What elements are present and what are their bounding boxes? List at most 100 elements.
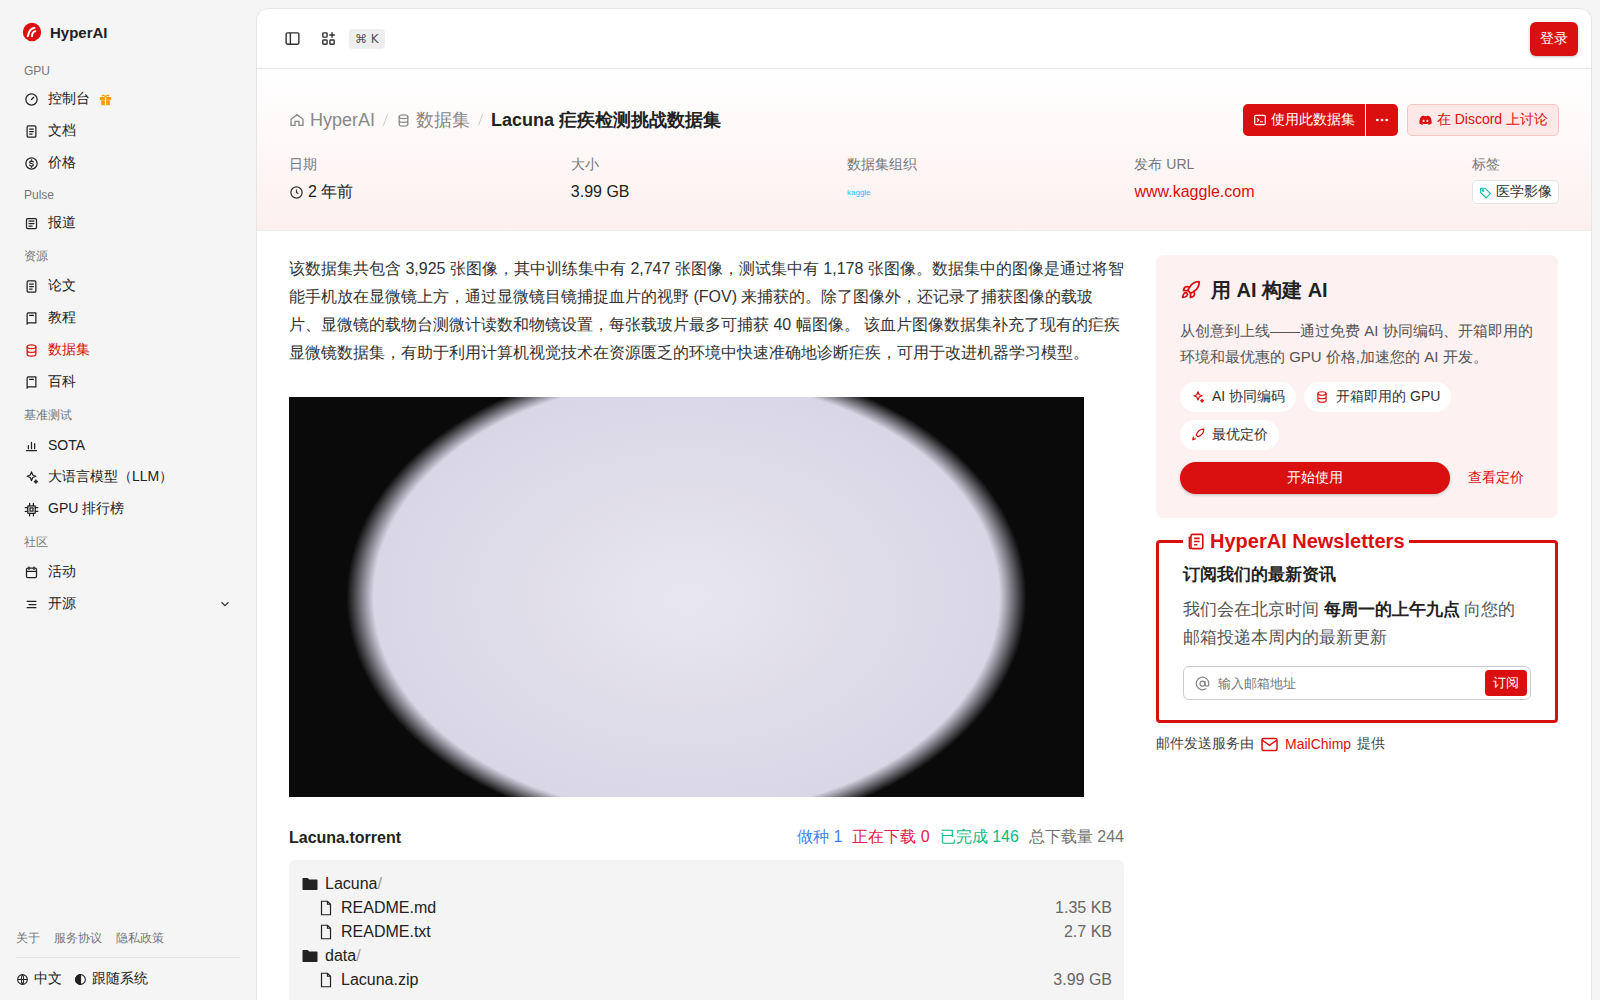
dollar-icon	[24, 156, 39, 171]
brand[interactable]: HyperAI	[16, 17, 240, 47]
pricing-link[interactable]: 查看定价	[1468, 469, 1524, 487]
sidebar-item-label: GPU 排行榜	[48, 500, 124, 518]
file-name: README.txt	[341, 923, 431, 941]
start-button[interactable]: 开始使用	[1180, 462, 1450, 494]
sidebar-footer: 关于服务协议隐私政策 中文 跟随系统	[16, 930, 240, 1000]
torrent-stat: 做种 1	[797, 827, 842, 848]
torrent-stat: 总下载量 244	[1029, 827, 1124, 848]
sidebar-item[interactable]: 价格	[16, 147, 240, 179]
sidebar-item[interactable]: 百科	[16, 366, 240, 398]
email-input[interactable]	[1216, 675, 1485, 692]
torrent-name[interactable]: Lacuna.torrent	[289, 829, 401, 847]
sidebar-item[interactable]: GPU 排行榜	[16, 493, 240, 525]
meta-item: 发布 URL www.kaggle.com	[1134, 156, 1254, 204]
meta-label: 发布 URL	[1134, 156, 1254, 174]
mail-credit: 邮件发送服务由 MailChimp 提供	[1156, 735, 1558, 753]
at-icon	[1187, 676, 1216, 691]
meta-item: 数据集组织 kaggle	[847, 156, 917, 204]
rocket-icon	[1191, 428, 1205, 442]
kaggle-logo[interactable]: kaggle	[847, 188, 871, 197]
search-shortcut[interactable]: ⌘ K	[349, 29, 385, 49]
file-row[interactable]: README.md 1.35 KB	[301, 896, 1112, 920]
content: 该数据集共包含 3,925 张图像，其中训练集中有 2,747 张图像，测试集中…	[257, 231, 1591, 1000]
sidebar-item[interactable]: 大语言模型（LLM）	[16, 461, 240, 493]
section-label: 社区	[16, 525, 240, 556]
subscribe-button[interactable]: 订阅	[1485, 670, 1527, 696]
sparkle-icon	[1191, 390, 1205, 404]
tag-chip[interactable]: 医学影像	[1472, 180, 1559, 204]
sample-photo	[289, 397, 1084, 797]
sidebar-item-label: 教程	[48, 309, 76, 327]
sidebar-item[interactable]: 数据集	[16, 334, 240, 366]
path-suffix: /	[356, 947, 360, 965]
sidebar-item-label: 论文	[48, 277, 76, 295]
footer-link[interactable]: 服务协议	[54, 930, 102, 947]
chip-icon	[24, 502, 39, 517]
language-switch[interactable]: 中文	[16, 970, 62, 988]
database-icon	[396, 113, 411, 128]
theme-switch[interactable]: 跟随系统	[74, 970, 148, 988]
use-dataset-button[interactable]: 使用此数据集	[1243, 104, 1365, 136]
meta-label: 数据集组织	[847, 156, 917, 174]
meta-label: 日期	[289, 156, 353, 174]
brand-name: HyperAI	[50, 24, 108, 41]
meta-value: www.kaggle.com	[1134, 180, 1254, 204]
sidebar-item[interactable]: 开源	[16, 588, 240, 620]
promo-title: 用 AI 构建 AI	[1180, 277, 1534, 304]
feature-chip: 最优定价	[1180, 420, 1279, 450]
more-button[interactable]	[1366, 104, 1398, 136]
sidebar-item[interactable]: 控制台	[16, 83, 240, 115]
file-row[interactable]: README.txt 2.7 KB	[301, 920, 1112, 944]
right-rail: 用 AI 构建 AI 从创意到上线——通过免费 AI 协同编码、开箱即用的环境和…	[1156, 255, 1558, 1000]
sidebar-item[interactable]: 文档	[16, 115, 240, 147]
home-icon	[289, 112, 305, 128]
sidebar-toggle[interactable]	[277, 24, 307, 54]
calendar-icon	[24, 565, 39, 580]
breadcrumb: HyperAI 数据集 Lacuna 疟疾检测挑战数据集	[289, 108, 721, 132]
folder-icon	[301, 947, 319, 965]
breadcrumb-item[interactable]: HyperAI	[289, 110, 375, 131]
meta-label: 大小	[571, 156, 630, 174]
sidebar-item-label: 开源	[48, 595, 76, 613]
breadcrumb-separator	[478, 114, 483, 126]
breadcrumb-item[interactable]: 数据集	[396, 108, 470, 132]
sidebar-item[interactable]: 教程	[16, 302, 240, 334]
apps-button[interactable]	[313, 24, 343, 54]
torrent-stat: 已完成 146	[940, 827, 1019, 848]
section-label: GPU	[16, 55, 240, 83]
topbar: ⌘ K 登录	[257, 9, 1591, 69]
database-icon	[24, 343, 39, 358]
list-icon	[24, 597, 39, 612]
sidebar-item-label: 数据集	[48, 341, 90, 359]
sidebar-item[interactable]: 论文	[16, 270, 240, 302]
meta-value: 3.99 GB	[571, 180, 630, 204]
gauge-icon	[24, 92, 39, 107]
sidebar-nav: GPU 控制台 文档 价格 Pulse 报道 资源 论文 教程 数据集 百科 基…	[16, 55, 240, 620]
torrent-stat: 正在下载 0	[852, 827, 929, 848]
footer-link[interactable]: 隐私政策	[116, 930, 164, 947]
file-name: README.md	[341, 899, 436, 917]
clock-icon	[289, 185, 304, 200]
file-name: data	[325, 947, 356, 965]
sidebar-item[interactable]: SOTA	[16, 429, 240, 461]
source-link[interactable]: www.kaggle.com	[1134, 183, 1254, 201]
sidebar-item[interactable]: 报道	[16, 207, 240, 239]
discord-button[interactable]: 在 Discord 上讨论	[1407, 104, 1559, 136]
document-icon	[24, 124, 39, 139]
sidebar-item-label: 百科	[48, 373, 76, 391]
sidebar-item-label: 报道	[48, 214, 76, 232]
file-row[interactable]: data/	[301, 944, 1112, 968]
mailchimp-link[interactable]: MailChimp	[1285, 736, 1351, 752]
section-label: Pulse	[16, 179, 240, 207]
meta-item: 标签 医学影像	[1472, 156, 1559, 204]
file-row[interactable]: Lacuna/	[301, 872, 1112, 896]
meta-label: 标签	[1472, 156, 1559, 174]
newsletter-icon	[1187, 532, 1206, 551]
login-button[interactable]: 登录	[1530, 22, 1578, 56]
footer-link[interactable]: 关于	[16, 930, 40, 947]
grid-icon	[320, 30, 337, 47]
meta-value: 医学影像	[1472, 180, 1559, 204]
sidebar-item[interactable]: 活动	[16, 556, 240, 588]
file-row[interactable]: Lacuna.zip 3.99 GB	[301, 968, 1112, 992]
newsletter-text: 我们会在北京时间 每周一的上午九点 向您的邮箱投递本周内的最新更新	[1183, 596, 1531, 652]
